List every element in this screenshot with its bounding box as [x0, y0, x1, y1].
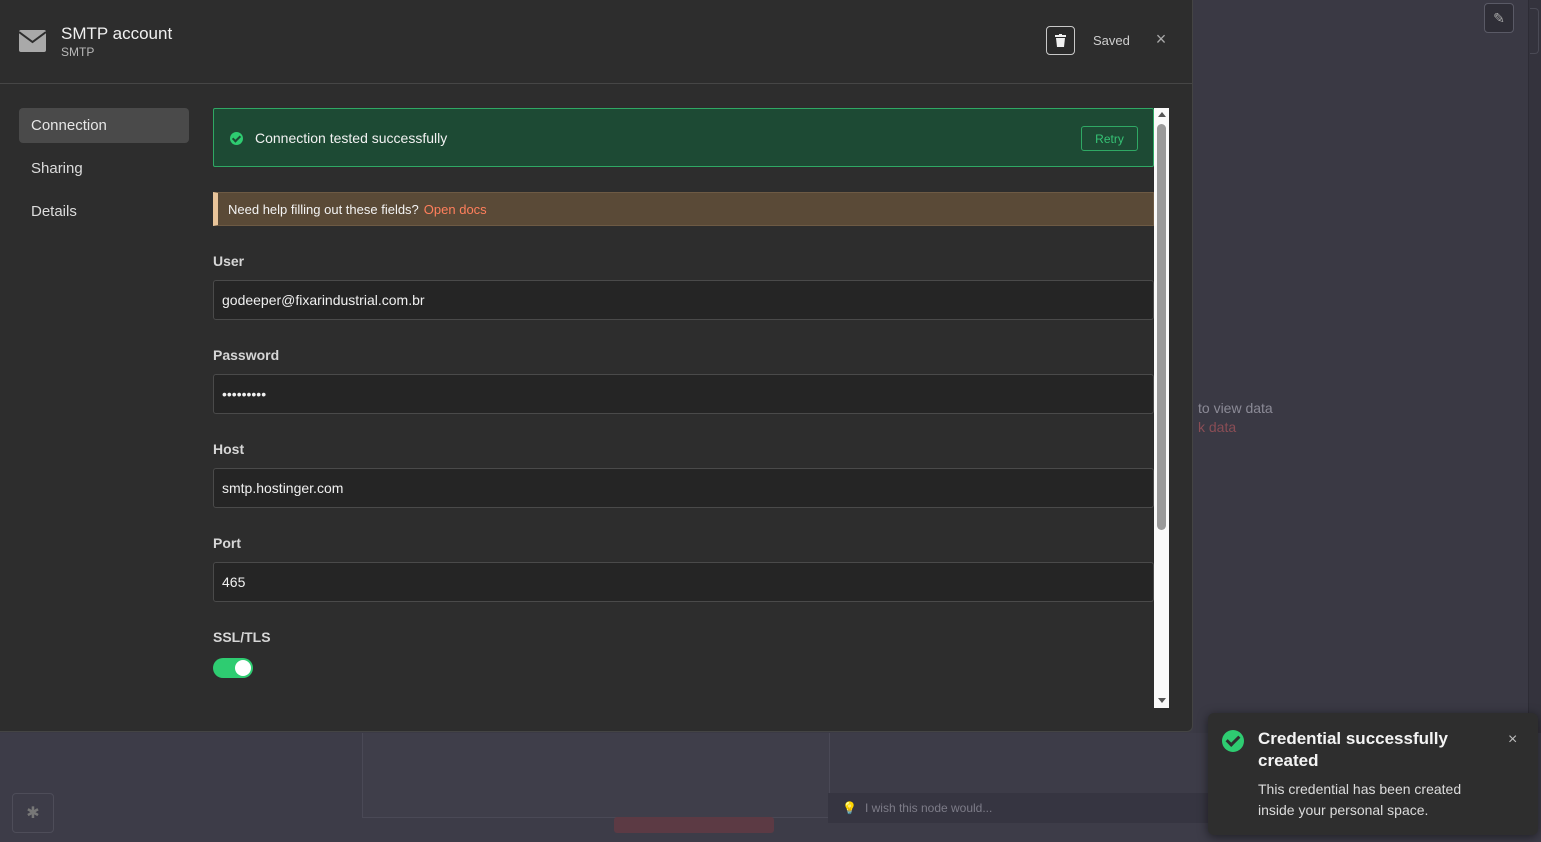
password-field[interactable] [213, 374, 1154, 414]
toggle-knob [235, 660, 251, 676]
lightbulb-icon: 💡 [842, 801, 857, 815]
modal-title: SMTP account [61, 24, 173, 43]
port-label: Port [213, 535, 241, 551]
help-message: Need help filling out these fields? [228, 202, 419, 217]
password-label: Password [213, 347, 280, 363]
success-text: Connection tested successfully [255, 130, 448, 146]
hint-line-2: k data [1198, 419, 1237, 435]
port-field[interactable] [213, 562, 1154, 602]
user-label: User [213, 253, 245, 269]
sidebar-item-sharing[interactable]: Sharing [19, 151, 189, 186]
ask-ai-input[interactable]: 💡 I wish this node would... [828, 793, 1208, 823]
credential-modal: SMTP account SMTP Saved × Connection Sha… [0, 0, 1193, 732]
saved-status: Saved [1093, 33, 1130, 48]
open-docs-link[interactable]: Open docs [424, 202, 487, 217]
check-circle-icon [1222, 730, 1244, 752]
ssl-toggle[interactable] [213, 658, 253, 678]
toast-title: Credential successfully created [1258, 729, 1448, 770]
check-circle-icon [230, 132, 243, 145]
success-toast: Credential successfully created This cre… [1208, 713, 1538, 835]
modal-header: SMTP account SMTP Saved × [0, 0, 1192, 84]
success-banner: Connection tested successfully Retry [213, 108, 1154, 167]
toast-message: This credential has been created inside … [1258, 781, 1462, 818]
trash-icon [1055, 34, 1066, 47]
pencil-icon[interactable]: ✎ [1484, 3, 1514, 33]
bottom-red-bar [614, 817, 774, 833]
panel-edge [1530, 8, 1539, 54]
ssl-label: SSL/TLS [213, 629, 271, 645]
ask-ai-placeholder: I wish this node would... [864, 801, 993, 815]
help-banner: Need help filling out these fields? Open … [213, 192, 1154, 226]
help-text: Need help filling out these fields? Open … [228, 202, 487, 217]
host-label: Host [213, 441, 245, 457]
scroll-down-icon[interactable] [1158, 698, 1166, 703]
hint-line-1: to view data [1198, 400, 1273, 416]
host-field[interactable] [213, 468, 1154, 508]
background-hint: to view data k data [1198, 399, 1273, 437]
close-icon[interactable]: × [1508, 731, 1517, 749]
delete-button[interactable] [1046, 26, 1075, 55]
scroll-thumb[interactable] [1157, 124, 1166, 530]
modal-subtitle: SMTP [61, 45, 95, 59]
scroll-up-icon[interactable] [1158, 112, 1166, 117]
retry-button[interactable]: Retry [1081, 126, 1138, 151]
user-field[interactable] [213, 280, 1154, 320]
modal-sidebar: Connection Sharing Details [19, 108, 189, 237]
close-icon[interactable]: × [1153, 30, 1169, 48]
sidebar-item-connection[interactable]: Connection [19, 108, 189, 143]
form-scrollbar[interactable] [1154, 108, 1169, 708]
mail-icon [19, 30, 46, 52]
sidebar-item-details[interactable]: Details [19, 194, 189, 229]
bug-icon[interactable]: ✱ [12, 793, 54, 833]
bottom-panel [362, 733, 830, 818]
